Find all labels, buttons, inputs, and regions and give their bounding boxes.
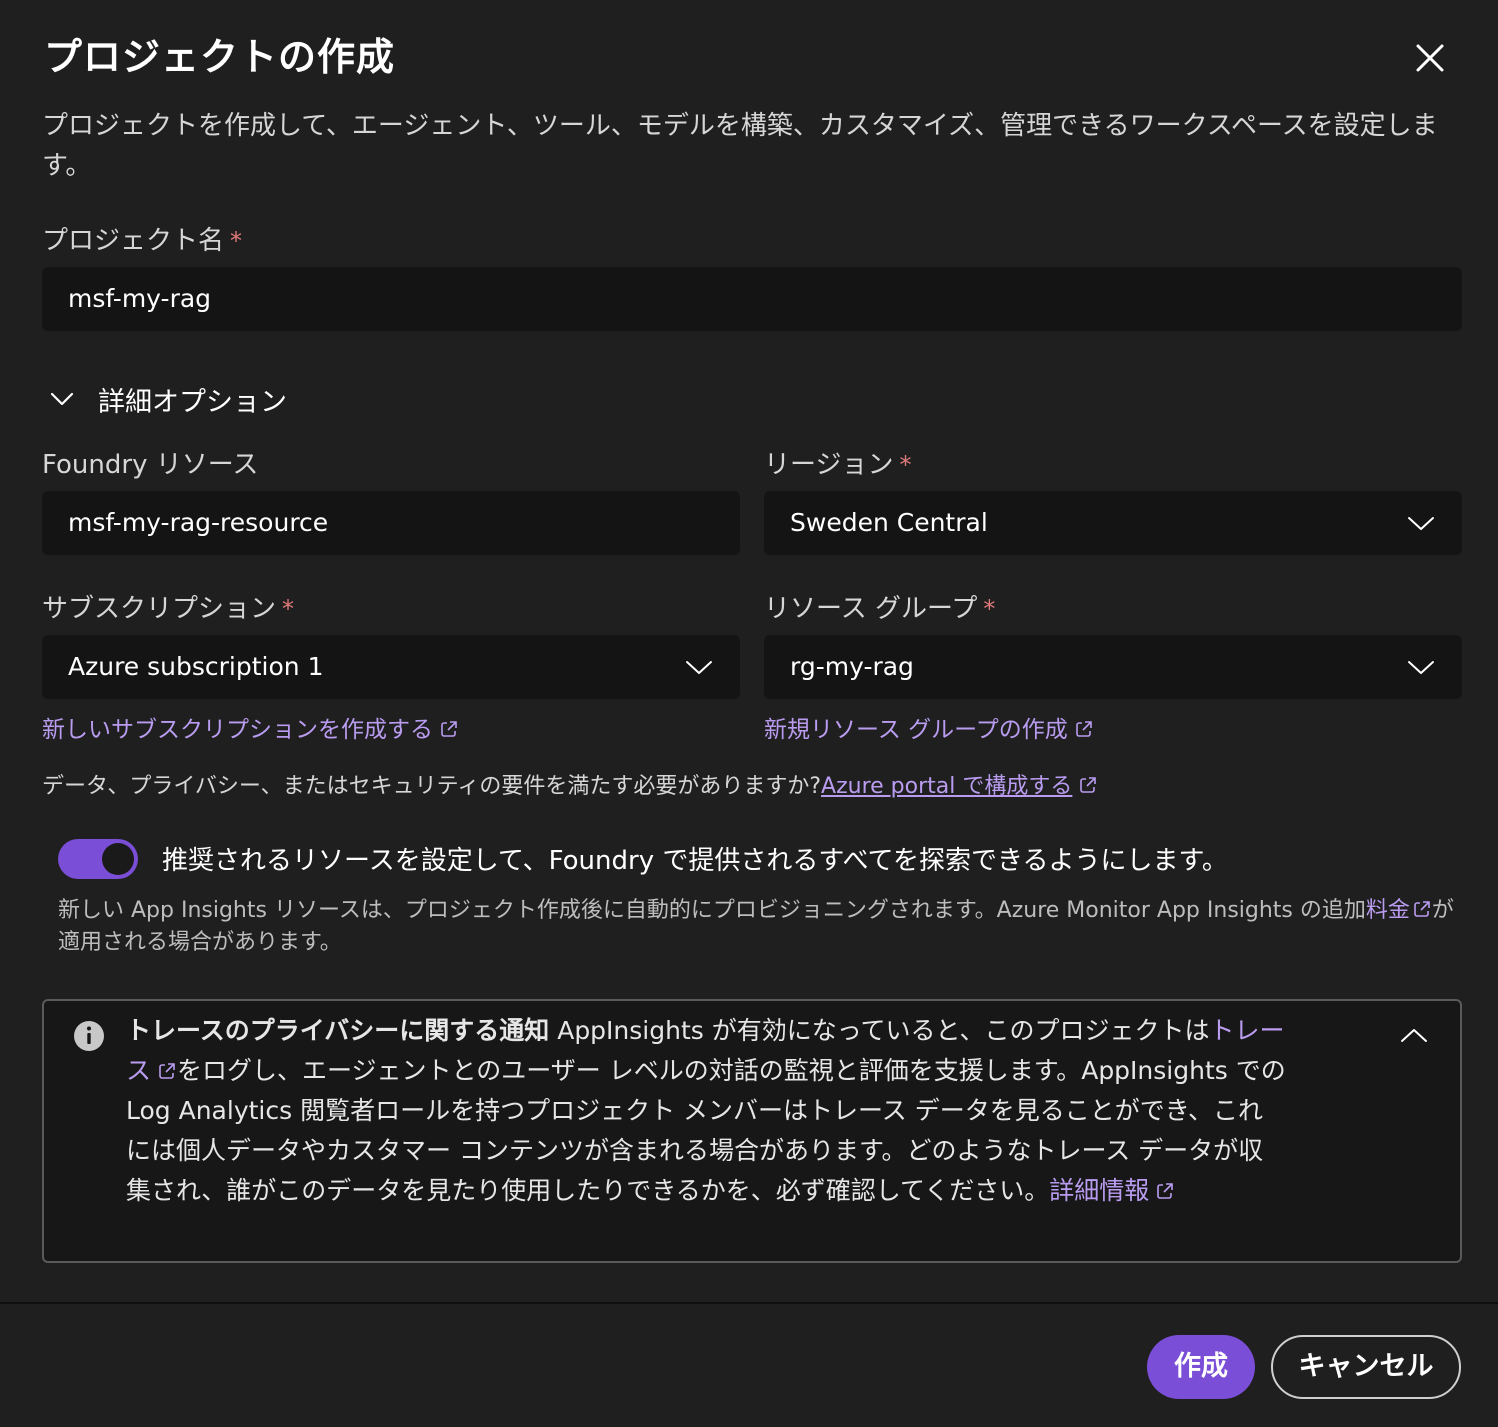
required-mark: *	[230, 227, 243, 255]
resource-group-select[interactable]: rg-my-rag	[764, 635, 1462, 699]
cancel-button[interactable]: キャンセル	[1271, 1335, 1461, 1399]
create-resource-group-link[interactable]: 新規リソース グループの作成	[764, 710, 1094, 744]
resource-group-value: rg-my-rag	[790, 652, 914, 681]
info-icon	[74, 1021, 104, 1051]
advanced-options-label: 詳細オプション	[98, 387, 287, 418]
notice-body: トレースのプライバシーに関する通知 AppInsights が有効になっていると…	[126, 1011, 1286, 1211]
foundry-resource-input[interactable]: msf-my-rag-resource	[42, 491, 740, 555]
project-name-value: msf-my-rag	[68, 284, 212, 313]
create-subscription-link[interactable]: 新しいサブスクリプションを作成する	[42, 710, 459, 744]
subscription-select[interactable]: Azure subscription 1	[42, 635, 740, 699]
resource-group-label: リソース グループ *	[764, 588, 995, 625]
close-button[interactable]	[1408, 40, 1452, 80]
project-name-label: プロジェクト名 *	[42, 220, 242, 257]
learn-more-link[interactable]: 詳細情報	[1049, 1176, 1149, 1205]
external-link-icon	[439, 719, 459, 739]
chevron-down-icon	[1408, 517, 1434, 530]
subscription-label: サブスクリプション *	[42, 588, 294, 625]
region-value: Sweden Central	[790, 508, 988, 537]
foundry-resource-label: Foundry リソース	[42, 450, 259, 480]
external-link-icon	[1074, 719, 1094, 739]
region-label-text: リージョン	[764, 450, 894, 480]
toggle-knob	[102, 843, 134, 875]
region-select[interactable]: Sweden Central	[764, 491, 1462, 555]
notice-heading: トレースのプライバシーに関する通知	[126, 1016, 550, 1045]
external-link-icon	[1078, 775, 1098, 795]
dialog-title: プロジェクトの作成	[44, 35, 396, 79]
resource-group-label-text: リソース グループ	[764, 594, 978, 624]
required-mark: *	[899, 451, 912, 479]
recommended-resources-toggle[interactable]	[58, 839, 138, 879]
toggle-label: 推奨されるリソースを設定して、Foundry で提供されるすべてを探索できるよう…	[162, 846, 1228, 876]
external-link-icon	[157, 1053, 177, 1079]
required-mark: *	[282, 595, 295, 623]
privacy-question: データ、プライバシー、またはセキュリティの要件を満たす必要がありますか?Azur…	[42, 768, 1098, 800]
external-link-icon	[1155, 1173, 1175, 1199]
pricing-link[interactable]: 料金	[1366, 898, 1410, 923]
toggle-note: 新しい App Insights リソースは、プロジェクト作成後に自動的にプロビ…	[58, 895, 1458, 959]
notice-text-1: AppInsights が有効になっていると、このプロジェクトは	[549, 1016, 1210, 1045]
dialog-description: プロジェクトを作成して、エージェント、ツール、モデルを構築、カスタマイズ、管理で…	[42, 111, 1438, 181]
foundry-resource-value: msf-my-rag-resource	[68, 508, 329, 537]
subscription-label-text: サブスクリプション	[42, 594, 277, 624]
chevron-down-icon	[50, 392, 74, 406]
footer-divider	[0, 1302, 1498, 1304]
project-name-label-text: プロジェクト名	[42, 226, 225, 256]
create-resource-group-link-text: 新規リソース グループの作成	[764, 717, 1068, 743]
region-label: リージョン *	[764, 444, 911, 481]
create-button[interactable]: 作成	[1147, 1335, 1255, 1399]
chevron-down-icon	[686, 661, 712, 674]
external-link-icon	[1412, 897, 1432, 917]
chevron-up-icon[interactable]	[1394, 1021, 1434, 1051]
trace-privacy-notice: トレースのプライバシーに関する通知 AppInsights が有効になっていると…	[42, 999, 1462, 1263]
create-subscription-link-text: 新しいサブスクリプションを作成する	[42, 717, 433, 743]
close-icon	[1416, 44, 1444, 72]
toggle-note-text: 新しい App Insights リソースは、プロジェクト作成後に自動的にプロビ…	[58, 898, 1366, 923]
privacy-question-text: データ、プライバシー、またはセキュリティの要件を満たす必要がありますか?	[42, 774, 822, 799]
required-mark: *	[983, 595, 996, 623]
azure-portal-link[interactable]: Azure portal で構成する	[821, 774, 1072, 799]
subscription-value: Azure subscription 1	[68, 652, 324, 681]
project-name-input[interactable]: msf-my-rag	[42, 267, 1462, 331]
chevron-down-icon	[1408, 661, 1434, 674]
